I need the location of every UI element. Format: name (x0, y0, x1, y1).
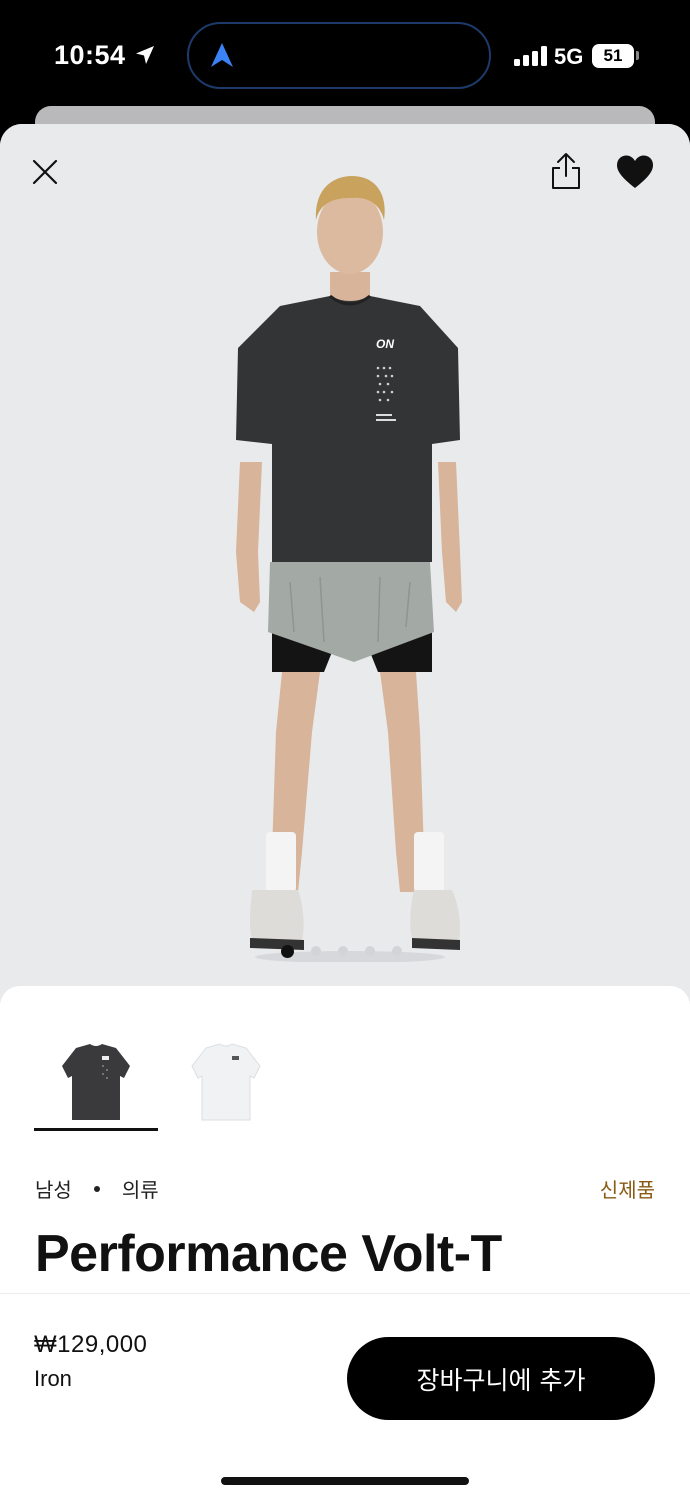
product-gallery[interactable]: ON (0, 124, 690, 1004)
close-icon[interactable] (30, 157, 60, 187)
svg-text:ON: ON (376, 337, 394, 351)
pagination-dot[interactable] (311, 946, 321, 956)
cellular-signal-icon (514, 46, 547, 66)
clock: 10:54 (54, 40, 126, 70)
breadcrumb-separator (93, 1185, 100, 1192)
battery-level: 51 (603, 46, 623, 65)
breadcrumb-gender[interactable]: 남성 (35, 1174, 72, 1203)
battery-tip (636, 51, 639, 60)
status-bar: 10:54 5G 51 (0, 0, 690, 110)
product-model-image: ON (236, 176, 462, 962)
color-swatch-white[interactable] (164, 1038, 288, 1128)
gallery-pagination[interactable] (281, 944, 402, 958)
new-product-badge: 신제품 (599, 1180, 655, 1202)
product-title: Performance Volt-T (35, 1225, 502, 1283)
pagination-dot-active[interactable] (281, 944, 294, 958)
pagination-dot[interactable] (338, 946, 348, 956)
product-price: ₩129,000 (34, 1331, 148, 1358)
share-icon[interactable] (549, 152, 583, 190)
selected-color-name: Iron (34, 1366, 72, 1391)
pagination-dot[interactable] (365, 946, 375, 956)
selected-swatch-indicator (34, 1128, 158, 1131)
heart-icon[interactable] (615, 154, 655, 190)
home-indicator[interactable] (221, 1477, 469, 1485)
breadcrumb-category[interactable]: 의류 (122, 1174, 159, 1203)
purchase-bar: ₩129,000 Iron 장바구니에 추가 (0, 1293, 690, 1500)
location-arrow-icon (136, 46, 154, 64)
pagination-dot[interactable] (392, 946, 402, 956)
color-swatch-iron[interactable] (34, 1038, 158, 1128)
navigation-arrow-icon (211, 43, 233, 67)
add-to-cart-button[interactable]: 장바구니에 추가 (347, 1337, 655, 1420)
dynamic-island[interactable] (187, 22, 491, 89)
breadcrumb: 남성 의류 (35, 1174, 159, 1203)
battery-icon: 51 (592, 44, 634, 68)
network-type: 5G (554, 44, 584, 69)
